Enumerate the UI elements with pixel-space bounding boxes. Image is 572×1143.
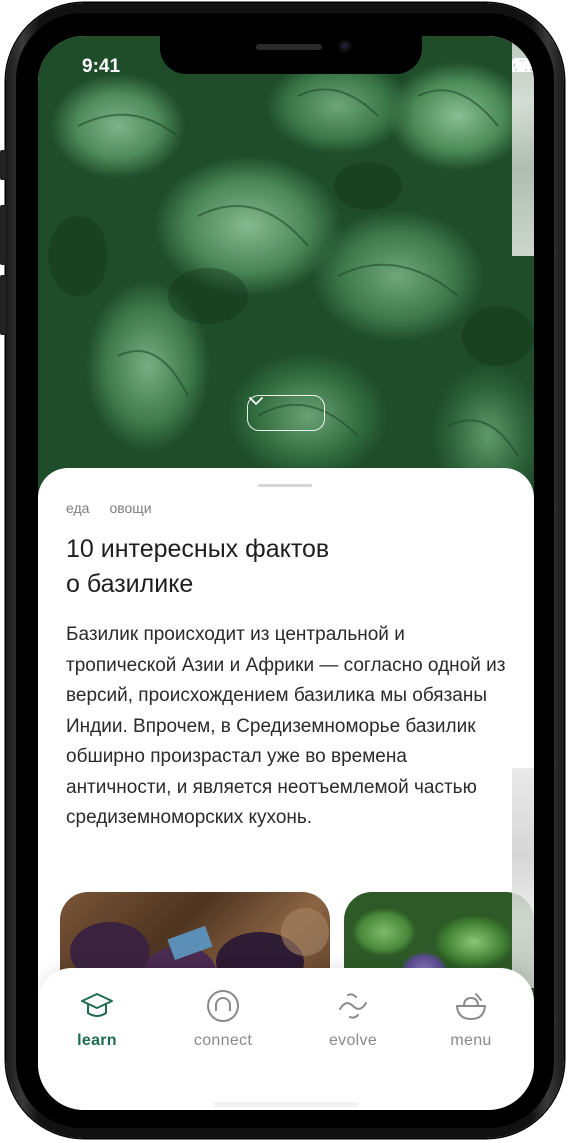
volume-down-button (0, 275, 6, 335)
tab-evolve[interactable]: evolve (298, 988, 408, 1058)
image-artifact-strip (512, 768, 534, 988)
front-camera (338, 39, 352, 53)
bowl-icon (453, 988, 489, 1024)
tag-link[interactable]: еда (66, 500, 89, 516)
notch (160, 36, 422, 74)
tab-connect[interactable]: connect (168, 988, 278, 1058)
article-title-line: 10 интересных фактов (66, 535, 330, 563)
home-indicator (213, 1102, 359, 1107)
article-sheet: еда овощи 10 интересных фактов о базилик… (38, 468, 534, 1028)
evolve-wave-icon (335, 988, 371, 1024)
app-screen: 9:41 еда овощи 10 интересных фактов о ба… (38, 36, 534, 1110)
expand-image-button[interactable] (247, 395, 325, 431)
tab-label: menu (450, 1032, 492, 1049)
tab-menu[interactable]: menu (416, 988, 526, 1058)
sheet-drag-handle[interactable] (258, 484, 312, 487)
tab-label: learn (77, 1032, 117, 1049)
connect-circle-icon (205, 988, 241, 1024)
tag-link[interactable]: овощи (109, 500, 151, 516)
hero-image-basil: 9:41 (38, 36, 534, 506)
tab-label: evolve (328, 1032, 378, 1049)
basil-leaves-illustration (48, 88, 534, 457)
graduation-cap-icon (79, 988, 115, 1024)
mute-switch (0, 150, 6, 180)
article-title-line: о базилике (66, 570, 194, 598)
article-body: Базилик происходит из центральной и троп… (66, 624, 506, 828)
tab-learn[interactable]: learn (42, 988, 152, 1058)
volume-up-button (0, 205, 6, 265)
article-title: 10 интересных фактов о базилике (66, 532, 486, 602)
speaker-grille (256, 44, 322, 50)
article-tags: еда овощи (66, 500, 152, 516)
status-time: 9:41 (82, 56, 121, 77)
status-bar: 9:41 (38, 36, 534, 96)
chevron-down-icon (249, 397, 263, 405)
battery-icon (512, 58, 534, 72)
tab-label: connect (193, 1032, 253, 1049)
bottom-tab-bar: learn connect evolve menu (38, 968, 534, 1110)
